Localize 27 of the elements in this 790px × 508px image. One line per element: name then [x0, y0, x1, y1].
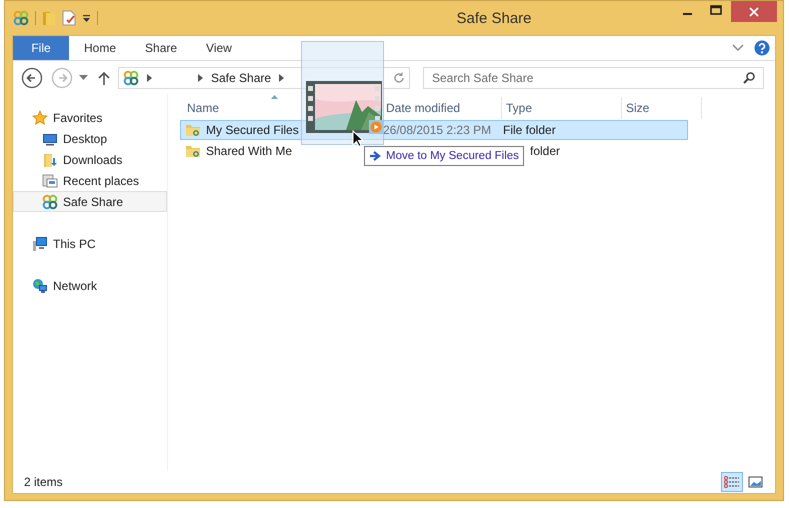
item-count: 2 items: [24, 475, 64, 489]
column-header[interactable]: Size: [626, 101, 650, 115]
selected-row-highlight[interactable]: My Secured Files 26/08/2015 2:23 PM File folder: [180, 120, 688, 140]
ribbon-tab[interactable]: View: [192, 36, 246, 60]
sidebar-item[interactable]: Safe Share: [13, 191, 167, 212]
search-field[interactable]: Search Safe Share: [423, 66, 764, 88]
window-title: Safe Share: [455, 10, 533, 26]
file-name[interactable]: Shared With Me: [206, 144, 292, 158]
file-name[interactable]: My Secured Files: [206, 123, 299, 137]
address-bar[interactable]: Safe Share: [118, 66, 410, 88]
sidebar-item[interactable]: Desktop: [13, 128, 167, 149]
sidebar-item[interactable]: Network: [13, 275, 167, 296]
sidebar-item[interactable]: This PC: [13, 233, 167, 254]
file-type: File folder: [503, 123, 556, 137]
ribbon-tab[interactable]: Share: [131, 36, 192, 60]
date-modified: 26/08/2015 2:23 PM: [383, 123, 492, 137]
tooltip-text: Move to My Secured Files: [386, 150, 519, 162]
sidebar-item[interactable]: Recent places: [13, 170, 167, 191]
column-header[interactable]: Type: [506, 101, 532, 115]
sidebar-item[interactable]: Downloads: [13, 149, 167, 170]
file-tab[interactable]: File: [13, 36, 69, 60]
breadcrumb-item[interactable]: Safe Share: [211, 70, 272, 84]
column-header[interactable]: Date modified: [386, 101, 460, 115]
column-header[interactable]: Name: [187, 101, 220, 115]
sidebar-item[interactable]: Favorites: [13, 107, 167, 128]
file-type: folder: [530, 144, 560, 158]
ribbon-tab[interactable]: Home: [70, 36, 130, 60]
